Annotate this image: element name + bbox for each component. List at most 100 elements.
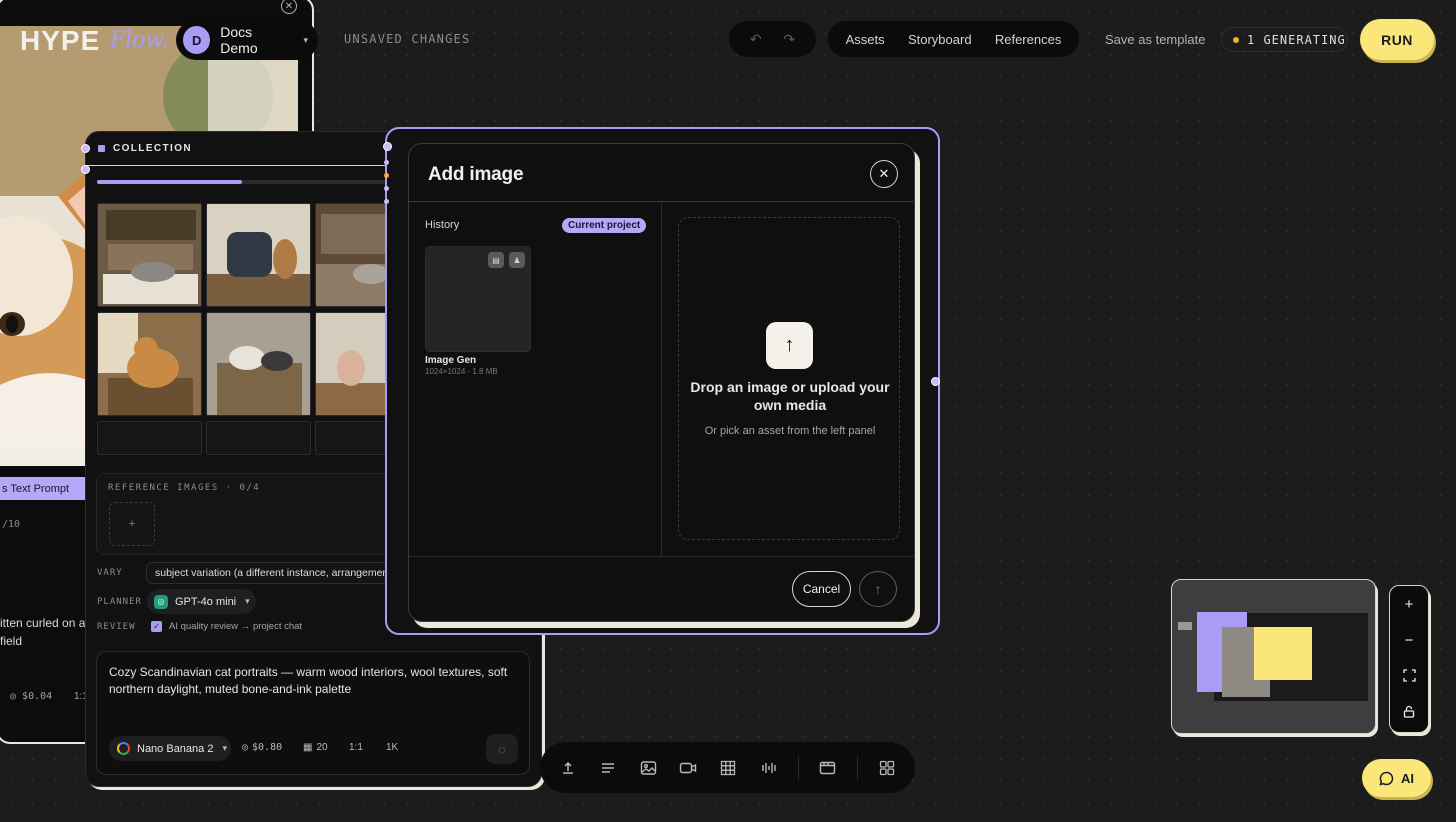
bottom-toolbar — [540, 742, 915, 793]
lock-icon[interactable] — [1403, 705, 1415, 722]
nav-references[interactable]: References — [995, 32, 1061, 47]
upload-arrow-icon[interactable]: ↑ — [766, 322, 813, 369]
zoom-out-icon[interactable]: − — [1405, 632, 1414, 649]
vary-input[interactable]: subject variation (a different instance,… — [146, 562, 396, 584]
divider — [661, 202, 662, 556]
generating-label: 1 GENERATING — [1247, 32, 1346, 47]
project-switcher[interactable]: D Docs Demo ▾ — [176, 20, 318, 60]
collection-thumbnail[interactable] — [206, 312, 311, 416]
reference-images-panel: REFERENCE IMAGES · 0/4 + — [96, 473, 396, 555]
storyboard-icon[interactable] — [817, 757, 839, 779]
close-icon[interactable]: ✕ — [281, 0, 297, 14]
main-nav: Assets Storyboard References — [828, 21, 1079, 57]
asset-meta: 1024×1024 · 1.8 MB — [425, 367, 498, 376]
audio-icon[interactable] — [758, 757, 780, 779]
google-icon — [117, 742, 130, 755]
cost-readout: ◎ $0.80 — [242, 742, 283, 753]
cancel-button[interactable]: Cancel — [792, 571, 851, 607]
modal-title: Add image — [428, 164, 524, 185]
empty-thumbnail-slot — [206, 421, 311, 455]
resolution-setting[interactable]: 1K — [386, 742, 398, 753]
nav-storyboard[interactable]: Storyboard — [908, 32, 972, 47]
app-logo-suffix: Flow. — [110, 28, 169, 53]
node-color-marker — [98, 145, 105, 152]
undo-icon[interactable]: ↶ — [750, 31, 762, 48]
progress-fill — [97, 180, 242, 184]
empty-thumbnail-slot — [97, 421, 202, 455]
loading-spinner-icon[interactable]: ◌ — [486, 734, 518, 764]
current-project-badge[interactable]: Current project — [562, 218, 647, 233]
add-reference-button[interactable]: + — [109, 502, 155, 546]
generating-status[interactable]: 1 GENERATING — [1221, 27, 1348, 52]
collection-thumbnail[interactable] — [97, 203, 202, 307]
redo-icon[interactable]: ↷ — [783, 31, 795, 48]
port-dot[interactable] — [384, 173, 389, 178]
connection-handle[interactable] — [81, 165, 90, 174]
review-toggle[interactable]: ✓ AI quality review → project chat — [151, 621, 302, 632]
chevron-down-icon: ▾ — [245, 596, 250, 606]
text-prompt-tag[interactable]: s Text Prompt — [0, 477, 88, 500]
review-text: AI quality review → project chat — [169, 621, 303, 632]
resize-handle[interactable] — [931, 377, 940, 386]
undo-redo-group: ↶ ↷ — [729, 21, 816, 57]
divider — [797, 755, 799, 780]
minimap-node — [1178, 622, 1192, 630]
port-list — [384, 160, 391, 240]
text-icon[interactable] — [597, 757, 619, 779]
close-icon[interactable]: ✕ — [870, 160, 898, 188]
upload-dropzone[interactable]: ↑ Drop an image or upload your own media… — [678, 217, 900, 540]
openai-icon: ◎ — [154, 594, 168, 609]
model-select[interactable]: Nano Banana 2 ▾ — [109, 736, 231, 761]
vary-label: VARY — [97, 568, 123, 578]
connection-handle[interactable] — [81, 144, 90, 153]
ai-label: AI — [1401, 770, 1414, 786]
prompt-text[interactable]: Cozy Scandinavian cat portraits — warm w… — [109, 664, 519, 698]
collection-thumbnail[interactable] — [206, 203, 311, 307]
divider — [856, 755, 858, 780]
grid-icon[interactable] — [717, 757, 739, 779]
connection-handle[interactable] — [383, 142, 392, 151]
unsaved-status: UNSAVED CHANGES — [344, 32, 471, 46]
aspect-ratio-setting[interactable]: 1:1 — [349, 742, 363, 753]
fit-view-icon[interactable] — [1402, 669, 1416, 686]
delete-icon[interactable]: ▤ — [488, 252, 504, 268]
empty-thumbnail-slot — [315, 421, 395, 455]
port-dot[interactable] — [384, 160, 389, 165]
image-count-setting[interactable]: ▦ 20 — [303, 742, 328, 753]
app-logo: HYPE — [20, 25, 101, 56]
collection-thumbnail[interactable] — [315, 312, 395, 416]
status-dot — [1233, 36, 1239, 43]
user-icon[interactable]: ♟ — [509, 252, 525, 268]
project-name: Docs Demo — [220, 24, 258, 56]
asset-name: Image Gen — [425, 355, 477, 366]
chat-bubble-icon — [1379, 771, 1394, 786]
save-template-button[interactable]: Save as template — [1105, 32, 1205, 47]
minimap-node — [1254, 627, 1312, 680]
image-icon[interactable] — [637, 757, 659, 779]
chevron-down-icon: ▾ — [303, 34, 308, 45]
layout-grid-icon[interactable] — [876, 757, 898, 779]
minimap[interactable] — [1171, 579, 1376, 734]
dropzone-title: Drop an image or upload your own media — [690, 379, 890, 413]
run-button[interactable]: RUN — [1360, 19, 1434, 60]
port-dot[interactable] — [384, 199, 389, 204]
collection-thumbnail[interactable] — [315, 203, 395, 307]
upload-icon[interactable] — [557, 757, 579, 779]
planner-select[interactable]: ◎ GPT-4o mini ▾ — [147, 589, 256, 614]
prompt-editor[interactable]: Cozy Scandinavian cat portraits — warm w… — [96, 651, 530, 775]
port-dot[interactable] — [384, 186, 389, 191]
add-image-modal: Add image ✕ History Current project ▤ ♟ … — [408, 143, 915, 622]
reference-images-label: REFERENCE IMAGES · 0/4 — [108, 483, 261, 493]
checkbox-checked-icon[interactable]: ✓ — [151, 621, 162, 632]
history-label: History — [425, 219, 460, 231]
submit-arrow-icon[interactable]: ↑ — [859, 571, 897, 607]
ai-chat-button[interactable]: AI — [1362, 759, 1431, 797]
video-icon[interactable] — [677, 757, 699, 779]
nav-assets[interactable]: Assets — [846, 32, 885, 47]
cost-readout: ◎ $0.04 — [10, 691, 53, 702]
history-asset-card[interactable]: ▤ ♟ — [425, 246, 531, 352]
collection-thumbnail[interactable] — [97, 312, 202, 416]
dropzone-subtitle: Or pick an asset from the left panel — [704, 425, 876, 437]
zoom-in-icon[interactable]: + — [1405, 596, 1414, 613]
grid-icon: ▦ — [303, 742, 313, 753]
